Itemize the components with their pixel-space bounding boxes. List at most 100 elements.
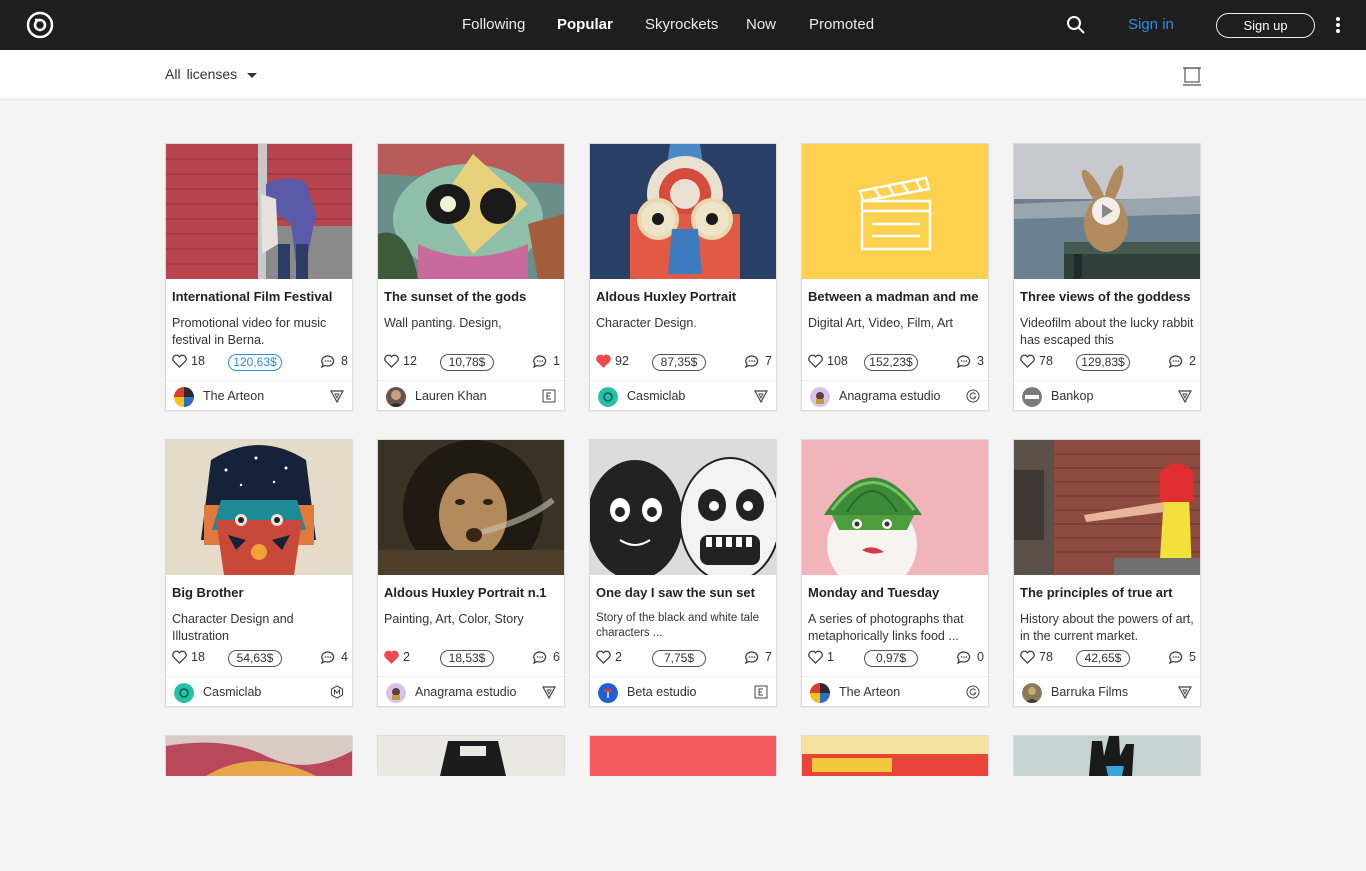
comments-button[interactable]: 8 [321,354,348,368]
triangle-icon[interactable] [1178,685,1192,699]
author-name[interactable]: Anagrama estudio [415,685,516,699]
price-tag[interactable]: 152,23$ [864,354,918,371]
avatar[interactable] [598,683,618,703]
like-button[interactable]: 2 [384,650,410,664]
nav-promoted[interactable]: Promoted [809,0,874,50]
card-thumbnail[interactable] [378,736,564,871]
card-thumbnail[interactable] [1014,736,1200,871]
like-button[interactable]: 2 [596,650,622,664]
g-circle-icon[interactable] [966,389,980,403]
card-title[interactable]: Monday and Tuesday [808,585,984,600]
author-name[interactable]: The Arteon [203,389,264,403]
author-name[interactable]: The Arteon [839,685,900,699]
like-button[interactable]: 12 [384,354,417,368]
project-card[interactable]: Aldous Huxley Portrait Character Design.… [589,143,777,411]
price-tag[interactable]: 18,53$ [440,650,494,667]
like-button[interactable]: 92 [596,354,629,368]
project-card[interactable]: Three views of the goddess Videofilm abo… [1013,143,1201,411]
triangle-icon[interactable] [1178,389,1192,403]
card-title[interactable]: One day I saw the sun set [596,585,772,600]
price-tag[interactable]: 7,75$ [652,650,706,667]
e-square-icon[interactable] [754,685,768,699]
triangle-icon[interactable] [754,389,768,403]
sign-up-button[interactable]: Sign up [1216,13,1315,38]
comments-button[interactable]: 1 [533,354,560,368]
card-title[interactable]: Aldous Huxley Portrait [596,289,772,304]
project-card[interactable]: Big Brother Character Design and Illustr… [165,439,353,707]
author-name[interactable]: Anagrama estudio [839,389,940,403]
like-button[interactable]: 18 [172,354,205,368]
card-thumbnail[interactable] [802,440,988,575]
price-tag[interactable]: 87,35$ [652,354,706,371]
comments-button[interactable]: 0 [957,650,984,664]
nav-following[interactable]: Following [462,0,525,50]
card-thumbnail[interactable] [378,440,564,575]
card-thumbnail[interactable] [590,736,776,871]
card-thumbnail[interactable] [166,144,352,279]
triangle-icon[interactable] [542,685,556,699]
avatar[interactable] [598,387,618,407]
nav-skyrockets[interactable]: Skyrockets [645,0,718,50]
avatar[interactable] [1022,683,1042,703]
author-name[interactable]: Casmiclab [627,389,685,403]
avatar[interactable] [386,683,406,703]
project-card[interactable] [165,735,353,776]
comments-button[interactable]: 4 [321,650,348,664]
price-tag[interactable]: 10,78$ [440,354,494,371]
project-card[interactable]: International Film Festival Promotional … [165,143,353,411]
card-thumbnail[interactable] [590,440,776,575]
project-card[interactable]: Aldous Huxley Portrait n.1 Painting, Art… [377,439,565,707]
g-circle-icon[interactable] [966,685,980,699]
card-thumbnail[interactable] [166,736,352,871]
logo-icon[interactable] [26,11,54,39]
card-title[interactable]: Between a madman and me [808,289,984,304]
card-thumbnail[interactable] [802,144,988,279]
card-thumbnail[interactable] [378,144,564,279]
price-tag[interactable]: 42,65$ [1076,650,1130,667]
author-name[interactable]: Bankop [1051,389,1093,403]
comments-button[interactable]: 7 [745,650,772,664]
card-thumbnail[interactable] [1014,440,1200,575]
price-tag[interactable]: 129,83$ [1076,354,1130,371]
project-card[interactable] [801,735,989,776]
card-title[interactable]: Aldous Huxley Portrait n.1 [384,585,560,600]
card-thumbnail[interactable] [590,144,776,279]
card-title[interactable]: The sunset of the gods [384,289,560,304]
card-title[interactable]: Three views of the goddess [1020,289,1196,304]
avatar[interactable] [810,387,830,407]
card-title[interactable]: Big Brother [172,585,348,600]
like-button[interactable]: 78 [1020,354,1053,368]
comments-button[interactable]: 3 [957,354,984,368]
card-thumbnail[interactable] [802,736,988,871]
comments-button[interactable]: 6 [533,650,560,664]
avatar[interactable] [810,683,830,703]
nav-popular[interactable]: Popular [557,0,613,50]
card-title[interactable]: The principles of true art [1020,585,1196,600]
price-tag[interactable]: 120,63$ [228,354,282,371]
comments-button[interactable]: 7 [745,354,772,368]
price-tag[interactable]: 0,97$ [864,650,918,667]
sign-in-link[interactable]: Sign in [1128,0,1174,50]
project-card[interactable] [377,735,565,776]
card-thumbnail[interactable] [166,440,352,575]
avatar[interactable] [1022,387,1042,407]
avatar[interactable] [174,387,194,407]
more-options-icon[interactable] [1331,15,1345,35]
like-button[interactable]: 108 [808,354,848,368]
project-card[interactable]: One day I saw the sun set Story of the b… [589,439,777,707]
comments-button[interactable]: 2 [1169,354,1196,368]
like-button[interactable]: 18 [172,650,205,664]
author-name[interactable]: Lauren Khan [415,389,487,403]
author-name[interactable]: Casmiclab [203,685,261,699]
author-name[interactable]: Beta estudio [627,685,697,699]
triangle-icon[interactable] [330,389,344,403]
project-card[interactable] [589,735,777,776]
license-filter-dropdown[interactable]: All licenses [165,66,258,82]
project-card[interactable]: Monday and Tuesday A series of photograp… [801,439,989,707]
search-icon[interactable] [1066,15,1086,35]
layout-view-icon[interactable] [1183,66,1201,86]
comments-button[interactable]: 5 [1169,650,1196,664]
e-square-icon[interactable] [542,389,556,403]
project-card[interactable]: Between a madman and me Digital Art, Vid… [801,143,989,411]
like-button[interactable]: 78 [1020,650,1053,664]
